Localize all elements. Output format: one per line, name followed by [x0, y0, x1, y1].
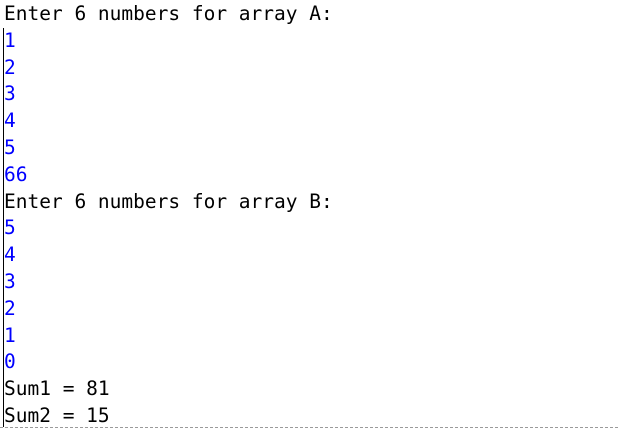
input-a-6: 66: [4, 162, 28, 186]
sum1-result: Sum1 = 81: [4, 377, 110, 401]
input-b-4: 2: [4, 296, 16, 320]
input-b-6: 0: [4, 350, 16, 374]
input-a-3: 3: [4, 82, 16, 106]
input-a-5: 5: [4, 135, 16, 159]
input-a-4: 4: [4, 109, 16, 133]
input-b-1: 5: [4, 216, 16, 240]
input-b-5: 1: [4, 323, 16, 347]
input-margin-line: [3, 28, 4, 427]
input-a-1: 1: [4, 28, 16, 52]
input-b-2: 4: [4, 243, 16, 267]
prompt-array-a: Enter 6 numbers for array A:: [4, 2, 333, 25]
input-b-3: 3: [4, 269, 16, 293]
sum2-result: Sum2 = 15: [4, 403, 110, 427]
input-a-2: 2: [4, 55, 16, 79]
console-bottom-border: [0, 427, 618, 428]
prompt-array-b: Enter 6 numbers for array B:: [4, 189, 333, 213]
console-output[interactable]: Enter 6 numbers for array A: 1 2 3 4 5 6…: [0, 0, 618, 427]
